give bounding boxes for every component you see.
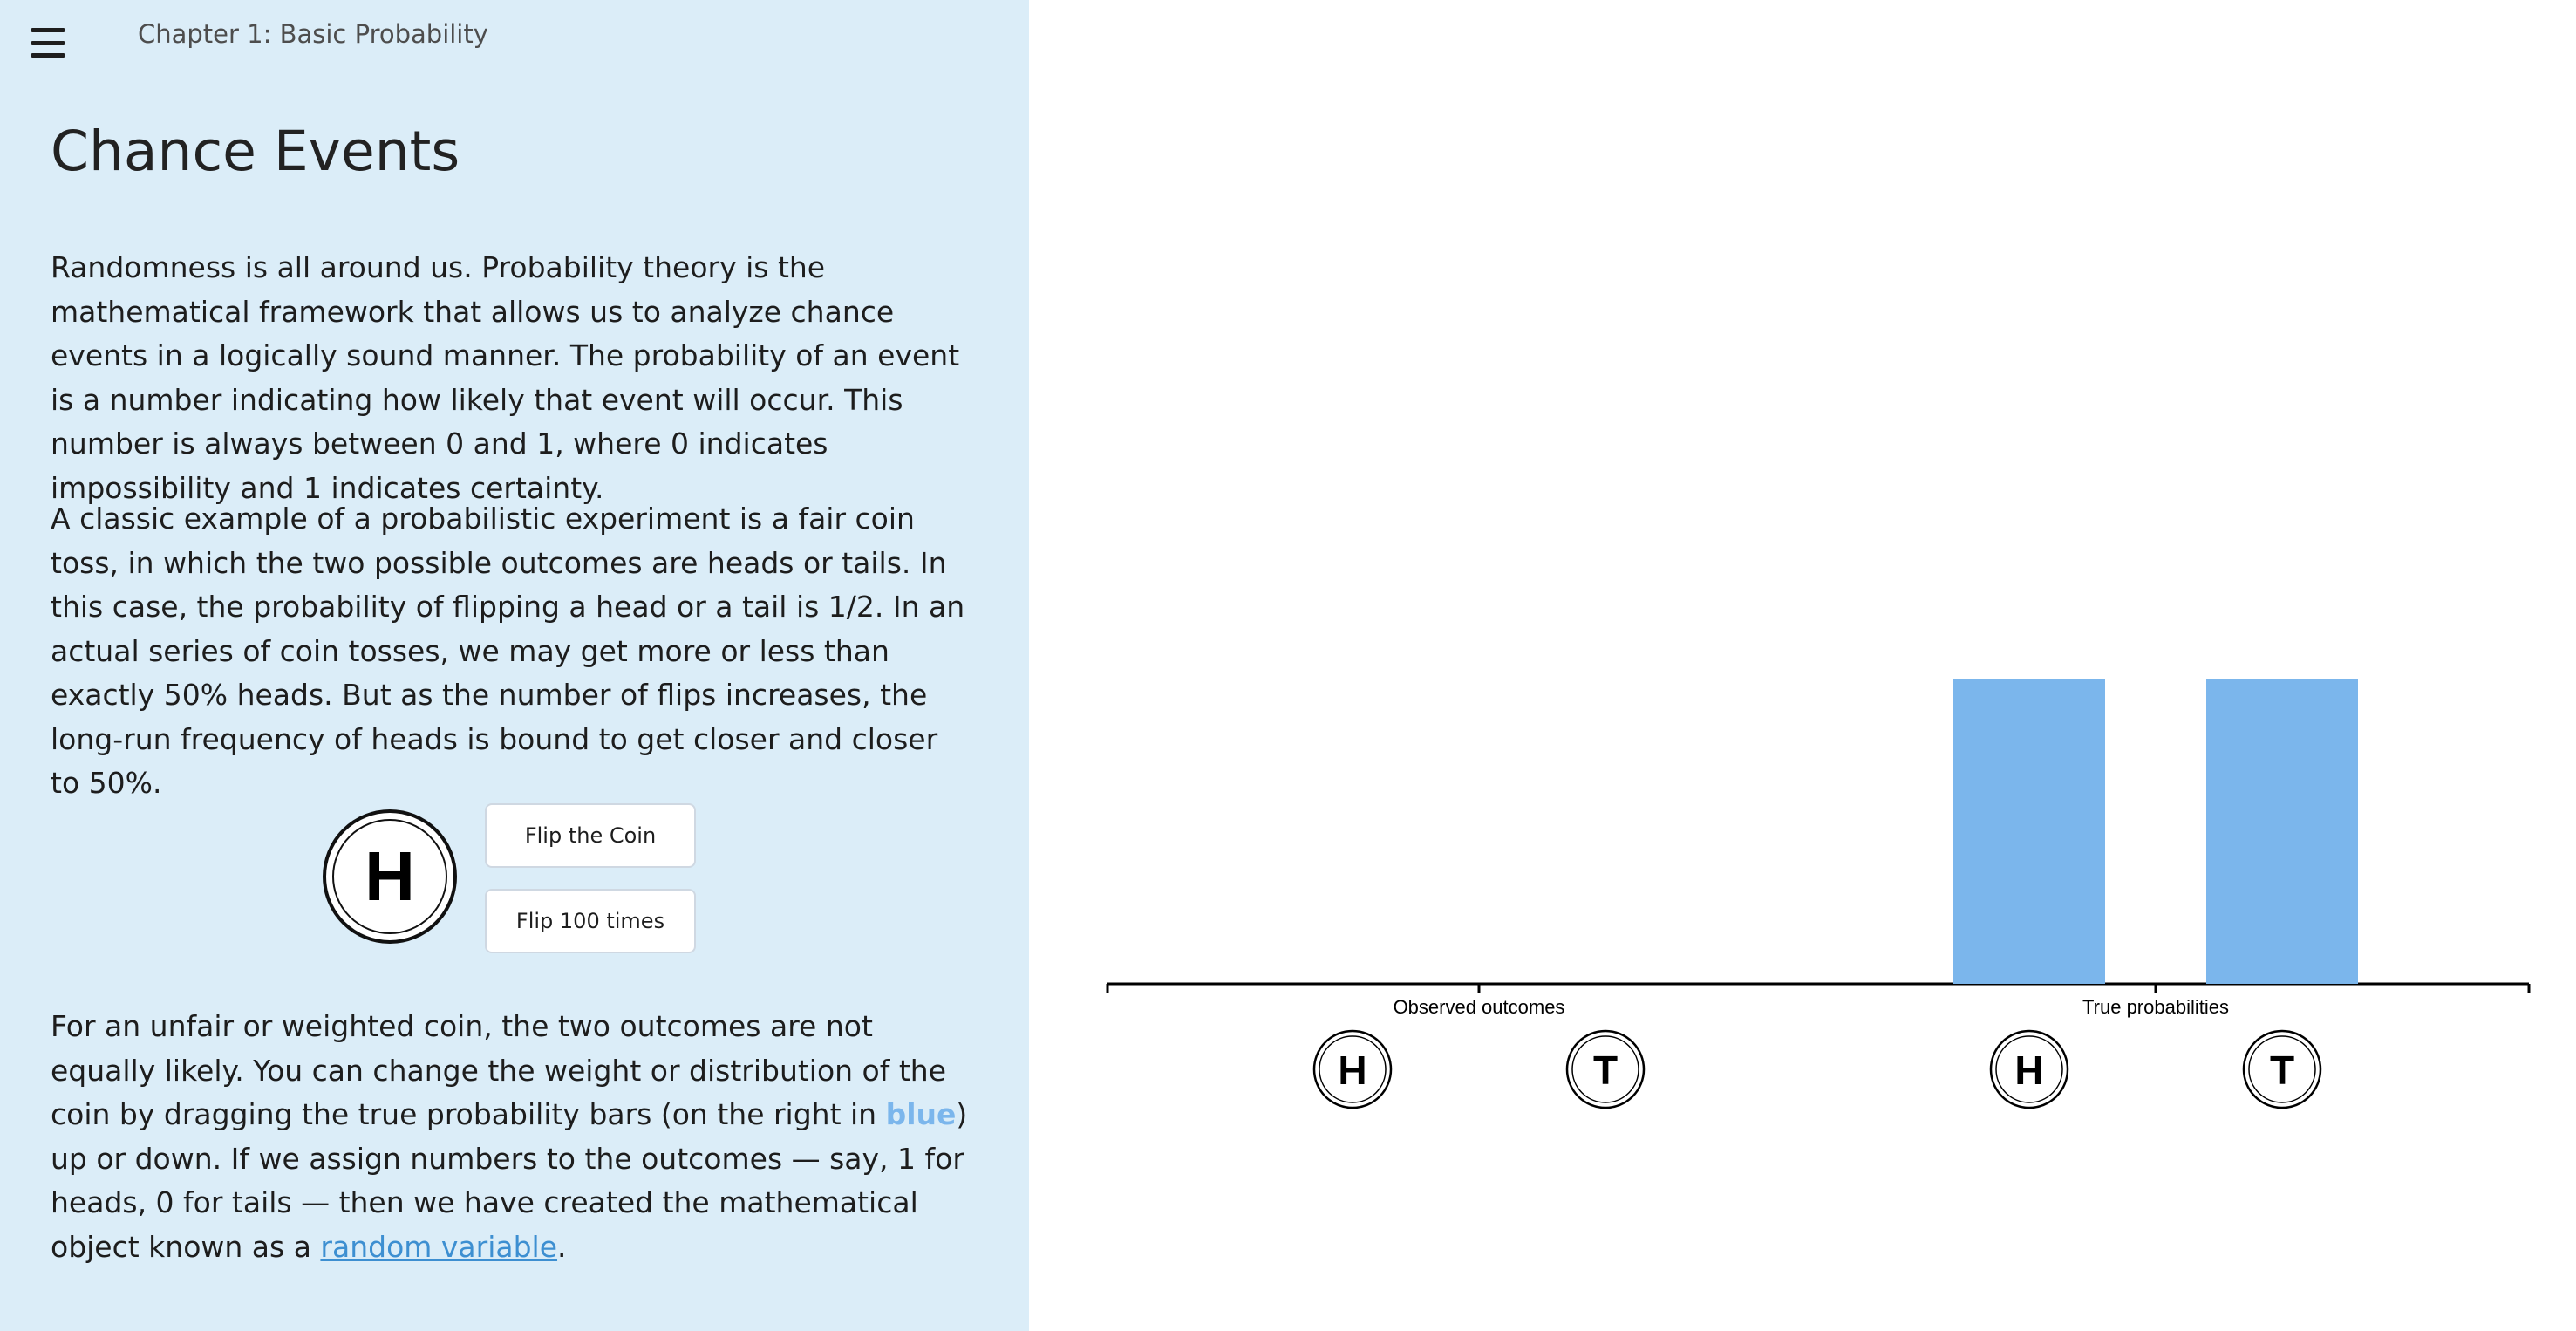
intro-paragraph: Randomness is all around us. Probability… <box>51 250 960 505</box>
true-probability-bar[interactable] <box>2206 679 2358 984</box>
group-label: True probabilities <box>2082 996 2229 1018</box>
blue-highlight: blue <box>885 1097 957 1131</box>
weighted-text-end: . <box>557 1229 567 1264</box>
flip-100-button[interactable]: Flip 100 times <box>485 889 696 953</box>
coin-label: H <box>1338 1048 1366 1093</box>
weighted-text-1: For an unfair or weighted coin, the two … <box>51 1009 947 1131</box>
sidebar: Chapter 1: Basic Probability Chance Even… <box>0 0 1029 1331</box>
true-probability-bar[interactable] <box>1953 679 2105 984</box>
weighted-coin-paragraph: For an unfair or weighted coin, the two … <box>51 1005 975 1269</box>
chapter-title: Chapter 1: Basic Probability <box>138 19 488 49</box>
coin-label: T <box>2270 1048 2294 1093</box>
group-label: Observed outcomes <box>1394 996 1565 1018</box>
coin-label: T <box>1593 1048 1618 1093</box>
coin-label: H <box>2014 1048 2043 1093</box>
coin-icon: H <box>323 809 457 944</box>
flip-coin-button[interactable]: Flip the Coin <box>485 803 696 868</box>
menu-icon[interactable] <box>31 28 65 58</box>
coin-face-label: H <box>365 837 415 915</box>
probability-chart: Observed outcomes H T True probabilities H T <box>1106 679 2531 1109</box>
page-title: Chance Events <box>51 119 460 183</box>
coin-toss-paragraph: A classic example of a probabilistic exp… <box>51 502 965 800</box>
random-variable-link[interactable]: random variable <box>320 1230 557 1264</box>
